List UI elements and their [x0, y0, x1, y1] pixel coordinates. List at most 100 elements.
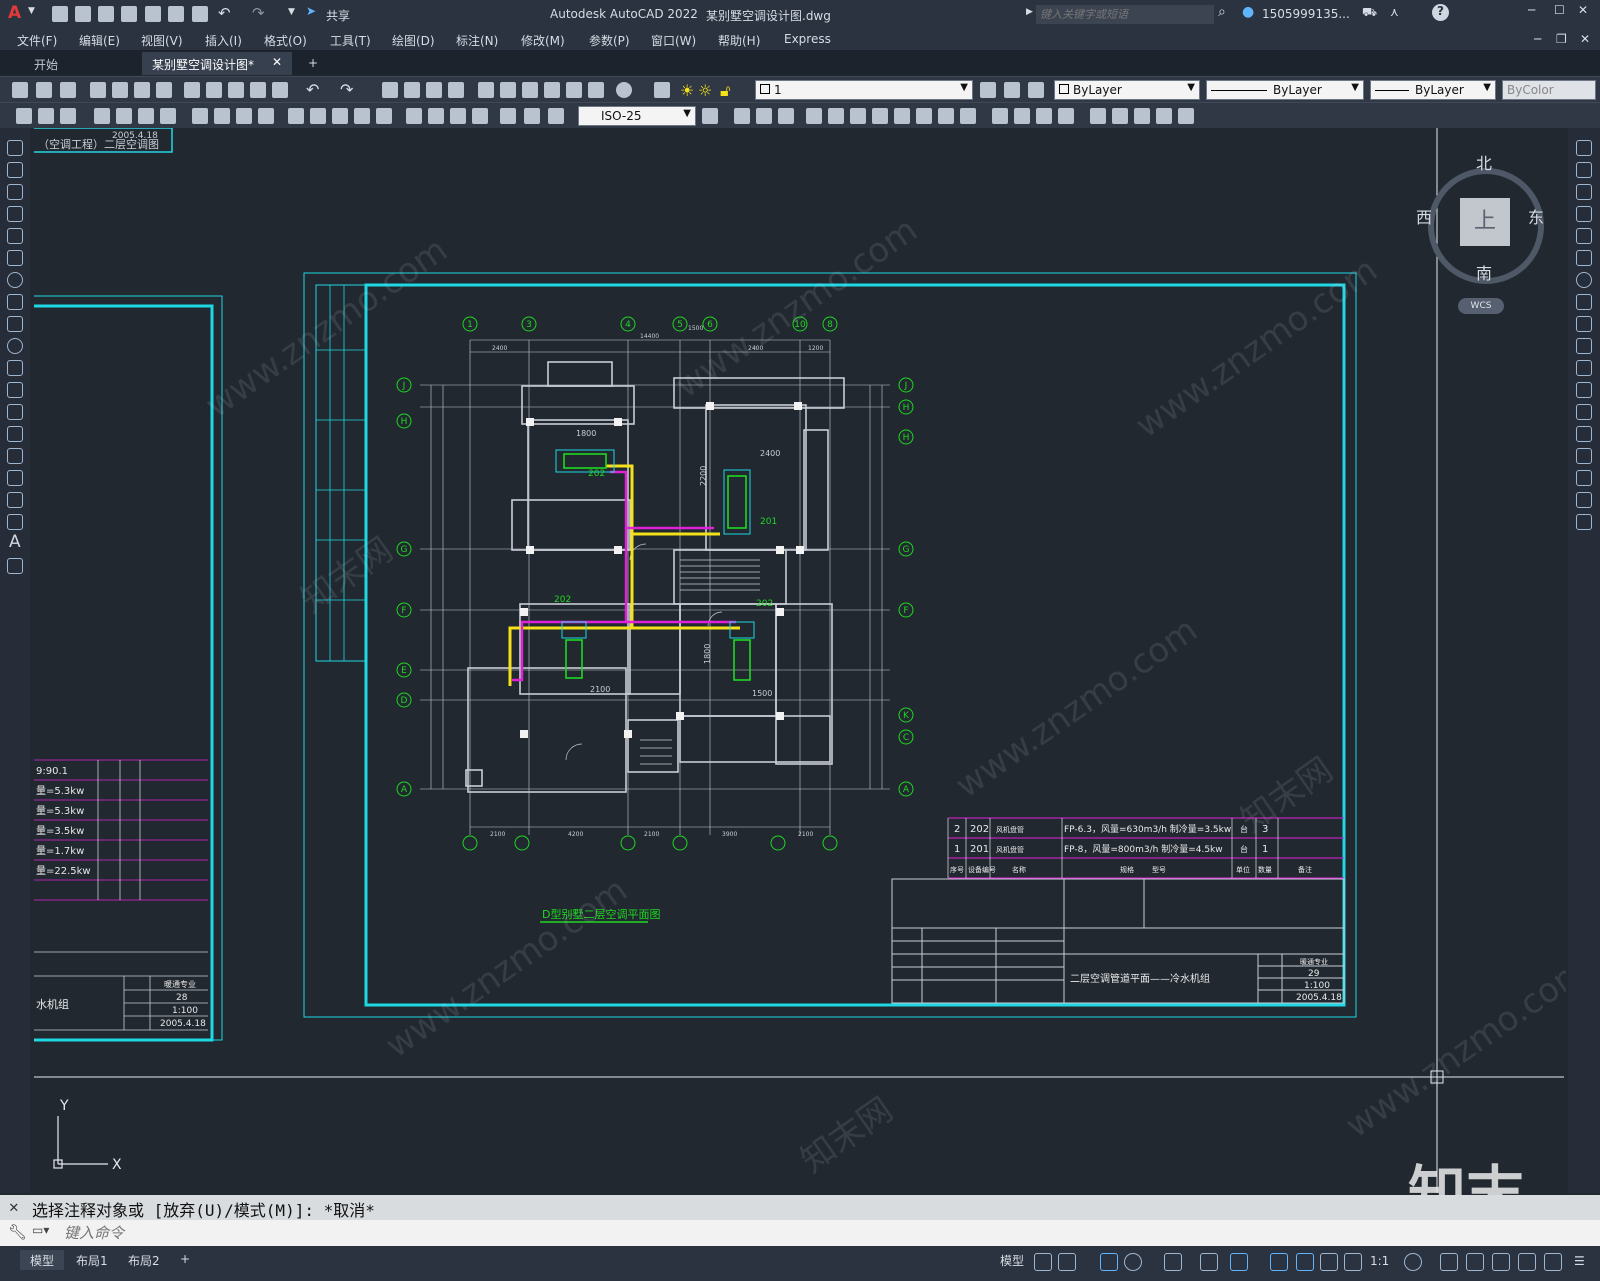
region-icon[interactable]	[7, 492, 23, 508]
arc-icon[interactable]	[7, 250, 23, 266]
dim-diameter-icon[interactable]	[160, 108, 176, 124]
dim-arc-icon[interactable]	[60, 108, 76, 124]
user-name[interactable]: 1505999135...	[1262, 7, 1350, 21]
3d-print-icon[interactable]	[156, 82, 172, 98]
dim-angular-icon[interactable]	[192, 108, 208, 124]
save-icon[interactable]	[98, 6, 114, 22]
match-properties-icon[interactable]	[250, 82, 266, 98]
dim-style-icon[interactable]	[500, 108, 516, 124]
menu-insert[interactable]: 插入(I)	[205, 32, 242, 49]
ellipse-icon[interactable]	[7, 338, 23, 354]
chamfer-icon[interactable]	[1576, 448, 1592, 464]
ortho-icon[interactable]	[1100, 1253, 1118, 1271]
move-icon[interactable]	[1576, 250, 1592, 266]
menu-dimension[interactable]: 标注(N)	[456, 32, 498, 49]
search-input[interactable]	[1036, 5, 1214, 24]
inspection-icon[interactable]	[376, 108, 392, 124]
zoom-realtime-icon[interactable]	[404, 82, 420, 98]
viewcube-top-face[interactable]: 上	[1460, 198, 1510, 246]
print-icon[interactable]	[90, 82, 106, 98]
dim-oblique-icon[interactable]	[524, 108, 540, 124]
break-icon[interactable]	[1576, 404, 1592, 420]
solid-edit-6-icon[interactable]	[916, 108, 932, 124]
add-selected-icon[interactable]	[7, 558, 23, 574]
solid-edit-4-icon[interactable]	[872, 108, 888, 124]
model-space-button[interactable]: 模型	[990, 1250, 1034, 1270]
object-snap-tracking-icon[interactable]	[1200, 1253, 1218, 1271]
menu-edit[interactable]: 编辑(E)	[79, 32, 120, 49]
publish-icon[interactable]	[134, 82, 150, 98]
array-icon[interactable]	[1576, 228, 1592, 244]
layer-dropdown[interactable]: 1 ▼	[755, 80, 973, 100]
autodesk-account-icon[interactable]: ⋏	[1390, 5, 1399, 19]
break-at-point-icon[interactable]	[1576, 382, 1592, 398]
polar-icon[interactable]	[1124, 1253, 1142, 1271]
scale-icon[interactable]	[1576, 294, 1592, 310]
web-save-icon[interactable]	[168, 6, 184, 22]
zoom-window-icon[interactable]	[426, 82, 442, 98]
menu-express[interactable]: Express	[784, 32, 831, 46]
dim-space-icon[interactable]	[288, 108, 304, 124]
object-snap-icon[interactable]	[1230, 1253, 1248, 1271]
dimstyle-dropdown[interactable]: ISO-25 ▼	[578, 106, 696, 126]
render-3-icon[interactable]	[1036, 108, 1052, 124]
tab-document[interactable]: 某别墅空调设计图* ✕	[142, 52, 292, 75]
render-4-icon[interactable]	[1058, 108, 1074, 124]
preview-icon[interactable]	[112, 82, 128, 98]
sheet-set-icon[interactable]	[544, 82, 560, 98]
search-icon[interactable]: ⌕	[1218, 4, 1226, 20]
3d-subtract-icon[interactable]	[756, 108, 772, 124]
minimize-icon[interactable]: ─	[1528, 3, 1535, 17]
cut-icon[interactable]	[184, 82, 200, 98]
solid-edit-1-icon[interactable]	[806, 108, 822, 124]
isodraft-icon[interactable]	[1164, 1253, 1182, 1271]
solid-edit-8-icon[interactable]	[960, 108, 976, 124]
menu-view[interactable]: 视图(V)	[141, 32, 183, 49]
app-menu-chevron-icon[interactable]: ▼	[28, 6, 35, 16]
saveas-icon[interactable]	[121, 6, 137, 22]
join-icon[interactable]	[1576, 426, 1592, 442]
dim-jogged-icon[interactable]	[138, 108, 154, 124]
construction-line-icon[interactable]	[7, 162, 23, 178]
annotation-visibility-icon[interactable]	[1296, 1253, 1314, 1271]
copy-object-icon[interactable]	[1576, 162, 1592, 178]
menu-file[interactable]: 文件(F)	[17, 32, 57, 49]
lineweight-dropdown[interactable]: ByLayer ▼	[1370, 80, 1496, 100]
new-icon[interactable]	[52, 6, 68, 22]
table-icon[interactable]	[7, 514, 23, 530]
layer-freeze-icon[interactable]: ☼	[698, 81, 712, 100]
rotate-icon[interactable]	[1576, 272, 1592, 288]
mirror-icon[interactable]	[1576, 184, 1592, 200]
extend-icon[interactable]	[1576, 360, 1592, 376]
viewcube-west[interactable]: 西	[1416, 204, 1432, 228]
tool-palettes-icon[interactable]	[522, 82, 538, 98]
3d-intersect-icon[interactable]	[778, 108, 794, 124]
design-center-icon[interactable]	[500, 82, 516, 98]
dim-continue-icon[interactable]	[258, 108, 274, 124]
ellipse-arc-icon[interactable]	[7, 360, 23, 376]
dim-break-icon[interactable]	[310, 108, 326, 124]
command-settings-icon[interactable]: 🔧︎	[8, 1223, 27, 1241]
block-editor-icon[interactable]	[272, 82, 288, 98]
add-layout-button[interactable]: +	[170, 1250, 200, 1270]
new-tab-button[interactable]: +	[298, 52, 324, 75]
offset-icon[interactable]	[1576, 206, 1592, 222]
circle-icon[interactable]	[7, 272, 23, 288]
make-current-layer-icon[interactable]	[980, 82, 996, 98]
layer-on-icon[interactable]: ☀	[680, 81, 694, 100]
calculator-icon[interactable]	[588, 82, 604, 98]
drawing-canvas[interactable]: （空调工程）二层空调图 2005.4.18 9:90.1 量=5.3kw 量=5…	[34, 128, 1566, 1193]
menu-modify[interactable]: 修改(M)	[521, 32, 565, 49]
layer-lock-icon[interactable]: 🔓︎	[720, 81, 730, 101]
color-dropdown[interactable]: ByLayer ▼	[1054, 80, 1200, 100]
trim-icon[interactable]	[1576, 338, 1592, 354]
menu-parametric[interactable]: 参数(P)	[589, 32, 630, 49]
tab-model[interactable]: 模型	[20, 1250, 65, 1270]
open-icon[interactable]	[75, 6, 91, 22]
menu-tools[interactable]: 工具(T)	[330, 32, 371, 49]
doc-close-icon[interactable]: ✕	[1580, 32, 1590, 46]
render-8-icon[interactable]	[1156, 108, 1172, 124]
dim-reassociate-icon[interactable]	[548, 108, 564, 124]
explode-icon[interactable]	[1576, 514, 1592, 530]
quick-properties-icon[interactable]	[1492, 1253, 1510, 1271]
